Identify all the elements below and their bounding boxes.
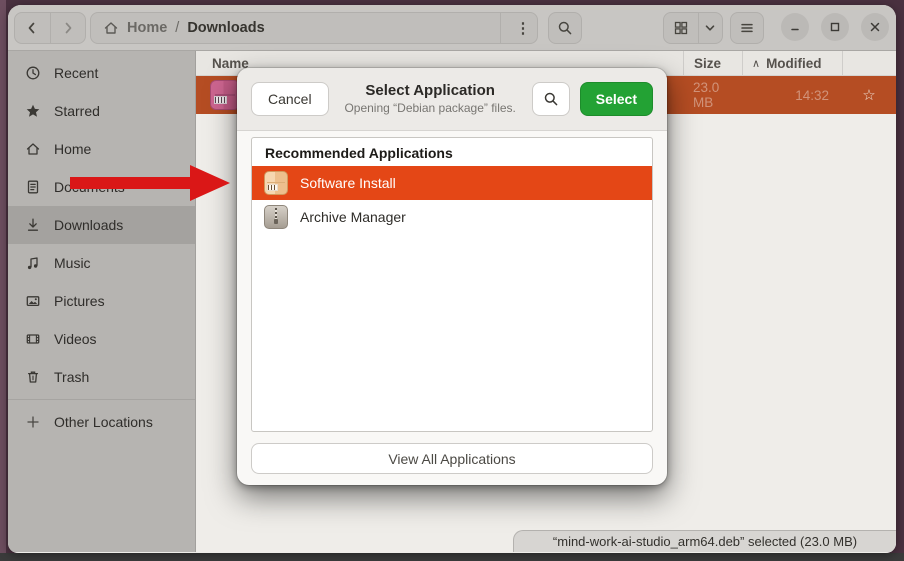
chevron-down-icon: [702, 20, 718, 36]
plus-icon: [25, 414, 41, 430]
forward-button[interactable]: [50, 13, 85, 43]
deb-package-icon: [210, 80, 240, 110]
clock-icon: [25, 65, 41, 81]
dialog-title: Select Application: [339, 82, 522, 101]
chevron-right-icon: [60, 20, 76, 36]
chevron-left-icon: [24, 20, 40, 36]
close-icon: [868, 20, 882, 34]
star-icon: [25, 103, 41, 119]
sidebar-separator: [8, 399, 195, 400]
close-button[interactable]: [861, 13, 889, 41]
view-toggle-group: [663, 12, 723, 44]
status-bar: “mind-work-ai-studio_arm64.deb” selected…: [513, 530, 896, 552]
home-icon: [25, 141, 41, 157]
back-button[interactable]: [15, 13, 50, 43]
view-options-button[interactable]: [699, 13, 722, 43]
sidebar-item-music[interactable]: Music: [8, 244, 195, 282]
sidebar-item-label: Starred: [54, 103, 100, 119]
app-row-archive-manager[interactable]: Archive Manager: [252, 200, 652, 234]
column-header-size[interactable]: Size: [683, 51, 742, 75]
dialog-search-button[interactable]: [532, 82, 570, 116]
column-header-modified[interactable]: ∧ Modified: [742, 51, 842, 75]
file-size-cell: 23.0 MB: [683, 80, 742, 110]
dialog-header: Cancel Select Application Opening “Debia…: [237, 68, 667, 131]
file-modified-cell: 14:32: [742, 88, 842, 103]
divider: [500, 12, 501, 44]
select-application-dialog: Cancel Select Application Opening “Debia…: [237, 68, 667, 485]
nav-button-group: [14, 12, 86, 44]
hamburger-menu-button[interactable]: [730, 12, 764, 44]
maximize-icon: [828, 20, 842, 34]
recommended-section-header: Recommended Applications: [252, 138, 652, 166]
app-name: Software Install: [300, 175, 396, 191]
image-icon: [25, 293, 41, 309]
dialog-subtitle: Opening “Debian package” files.: [339, 101, 522, 116]
desktop-bottom-strip: [0, 553, 904, 561]
app-row-software-install[interactable]: Software Install: [252, 166, 652, 200]
breadcrumb-current[interactable]: Downloads: [187, 20, 264, 36]
sidebar-item-pictures[interactable]: Pictures: [8, 282, 195, 320]
application-list: Recommended Applications Software Instal…: [251, 137, 653, 432]
sidebar-item-recent[interactable]: Recent: [8, 54, 195, 92]
search-icon: [543, 91, 559, 107]
breadcrumb-separator: /: [175, 20, 179, 36]
sidebar-item-label: Trash: [54, 369, 89, 385]
sidebar-item-other-locations[interactable]: Other Locations: [8, 403, 195, 441]
desktop-edge: [0, 0, 6, 553]
dialog-title-block: Select Application Opening “Debian packa…: [339, 82, 522, 116]
breadcrumb-home[interactable]: Home: [103, 20, 167, 36]
film-icon: [25, 331, 41, 347]
maximize-button[interactable]: [821, 13, 849, 41]
home-icon: [103, 20, 119, 36]
sidebar-item-label: Other Locations: [54, 414, 153, 430]
archive-manager-icon: [264, 205, 288, 229]
sidebar-item-starred[interactable]: Starred: [8, 92, 195, 130]
grid-icon: [673, 20, 689, 36]
cancel-button[interactable]: Cancel: [251, 82, 329, 116]
search-icon: [557, 20, 573, 36]
breadcrumb: Home / Downloads ⋮: [90, 12, 538, 44]
search-button[interactable]: [548, 12, 582, 44]
star-toggle[interactable]: ☆: [842, 86, 896, 104]
sidebar-item-label: Recent: [54, 65, 98, 81]
annotation-arrow: [60, 155, 240, 215]
sort-ascending-icon: ∧: [752, 57, 760, 70]
status-text: “mind-work-ai-studio_arm64.deb” selected…: [553, 534, 857, 549]
hamburger-icon: [739, 20, 755, 36]
column-header-star: [842, 51, 896, 75]
software-install-icon: [264, 171, 288, 195]
sidebar-item-videos[interactable]: Videos: [8, 320, 195, 358]
path-menu-button[interactable]: ⋮: [509, 19, 537, 37]
sidebar-item-label: Videos: [54, 331, 97, 347]
dialog-body: Recommended Applications Software Instal…: [237, 131, 667, 432]
music-note-icon: [25, 255, 41, 271]
select-button[interactable]: Select: [580, 82, 653, 116]
minimize-button[interactable]: [781, 13, 809, 41]
sidebar: Recent Starred Home Documents Downloads …: [8, 51, 196, 552]
document-icon: [25, 179, 41, 195]
trash-icon: [25, 369, 41, 385]
kebab-icon: ⋮: [516, 20, 531, 37]
sidebar-item-trash[interactable]: Trash: [8, 358, 195, 396]
star-outline-icon: ☆: [862, 87, 875, 104]
sidebar-item-label: Music: [54, 255, 91, 271]
sidebar-item-label: Downloads: [54, 217, 123, 233]
headerbar: Home / Downloads ⋮: [8, 5, 896, 51]
minimize-icon: [788, 20, 802, 34]
grid-view-button[interactable]: [664, 13, 698, 43]
view-all-applications-button[interactable]: View All Applications: [251, 443, 653, 474]
breadcrumb-home-label: Home: [127, 20, 167, 36]
sidebar-item-label: Pictures: [54, 293, 105, 309]
download-icon: [25, 217, 41, 233]
app-name: Archive Manager: [300, 209, 406, 225]
